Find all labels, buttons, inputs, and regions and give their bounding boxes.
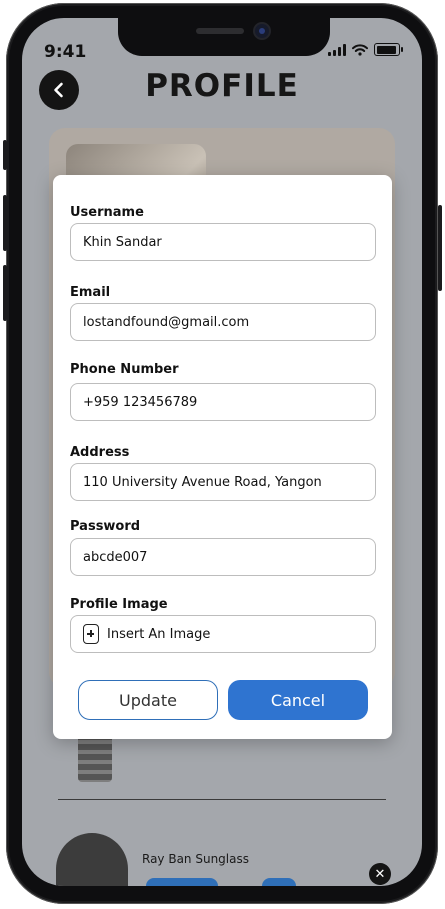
- sunglass-item-image: [56, 833, 128, 886]
- phone-input[interactable]: [71, 384, 375, 420]
- battery-icon: [374, 43, 403, 56]
- update-button[interactable]: Update: [78, 680, 218, 720]
- close-icon[interactable]: ✕: [369, 863, 391, 885]
- page-title: PROFILE: [145, 68, 299, 104]
- volume-down-button: [3, 265, 7, 321]
- username-input[interactable]: [71, 224, 375, 260]
- edit-profile-modal: Username Email Phone Number Address Pass…: [53, 175, 392, 739]
- power-button: [438, 205, 442, 291]
- item-name: Ray Ban Sunglass: [142, 852, 249, 866]
- notch: [118, 18, 330, 56]
- wifi-icon: [352, 43, 368, 56]
- password-field-box: [70, 538, 376, 576]
- volume-up-button: [3, 195, 7, 251]
- password-input[interactable]: [71, 539, 375, 575]
- email-input[interactable]: [71, 304, 375, 340]
- cellular-signal-icon: [328, 43, 346, 56]
- address-field-box: [70, 463, 376, 501]
- item-secondary-button[interactable]: [262, 878, 296, 886]
- status-icons: [328, 43, 403, 56]
- phone-label: Phone Number: [70, 362, 179, 377]
- item-action-button[interactable]: [146, 878, 218, 886]
- cancel-button[interactable]: Cancel: [228, 680, 368, 720]
- insert-image-content: Insert An Image: [71, 616, 375, 652]
- insert-image-button[interactable]: Insert An Image: [70, 615, 376, 653]
- speaker: [196, 28, 244, 34]
- email-label: Email: [70, 285, 111, 300]
- status-time: 9:41: [44, 42, 87, 62]
- insert-image-label: Insert An Image: [107, 626, 211, 642]
- address-input[interactable]: [71, 464, 375, 500]
- profile-image-label: Profile Image: [70, 597, 168, 612]
- mute-switch: [3, 140, 7, 170]
- phone-field-box: [70, 383, 376, 421]
- address-label: Address: [70, 445, 130, 460]
- file-plus-icon: [83, 624, 99, 644]
- watch-item-image: [78, 734, 112, 782]
- username-field-box: [70, 223, 376, 261]
- password-label: Password: [70, 519, 141, 534]
- divider: [58, 799, 386, 800]
- front-camera: [255, 24, 269, 38]
- username-label: Username: [70, 205, 144, 220]
- email-field-box: [70, 303, 376, 341]
